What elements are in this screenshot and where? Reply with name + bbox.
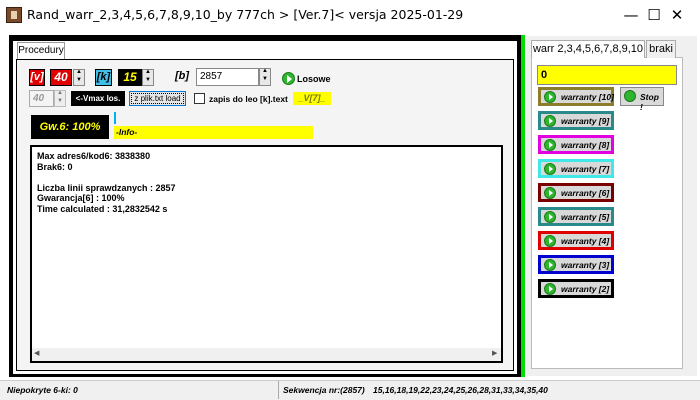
warranty-button[interactable]: warranty [5]: [538, 207, 614, 226]
warranty-button-label: warranty [3]: [561, 260, 610, 270]
sekwencja-value: 15,16,18,19,22,23,24,25,26,28,31,33,34,3…: [373, 385, 548, 395]
warranty-button-label: warranty [9]: [561, 116, 610, 126]
play-icon: [544, 115, 556, 127]
window-title: Rand_warr_2,3,4,5,6,7,8,9,10_by 777ch > …: [27, 7, 464, 22]
warranty-button[interactable]: warranty [8]: [538, 135, 614, 154]
warranty-button[interactable]: warranty [7]: [538, 159, 614, 178]
vmax-los-button[interactable]: <-Vmax los.: [71, 91, 125, 106]
horizontal-scrollbar[interactable]: [32, 348, 501, 361]
progress-indicator: [114, 112, 116, 124]
status-divider: [278, 381, 279, 399]
warranty-button-label: warranty [5]: [561, 212, 610, 222]
k-label: [k]: [95, 69, 112, 86]
warranty-button[interactable]: warranty [3]: [538, 255, 614, 274]
warranty-button-label: warranty [6]: [561, 188, 610, 198]
play-icon[interactable]: [282, 72, 295, 85]
zapis-checkbox[interactable]: [194, 93, 205, 104]
b-value-field[interactable]: 2857: [196, 68, 259, 86]
gwarancja-badge: Gw.6: 100%: [31, 115, 109, 139]
k-value-field[interactable]: 15: [118, 69, 142, 86]
output-line: Gwarancja[6] : 100%: [37, 193, 125, 203]
play-icon: [544, 259, 556, 271]
b-label: [b]: [174, 70, 190, 82]
b-spinner[interactable]: [259, 68, 271, 86]
warranty-button[interactable]: warranty [2]: [538, 279, 614, 298]
splitter[interactable]: [521, 35, 525, 377]
tab-braki[interactable]: braki: [646, 40, 676, 58]
info-field: -Info-: [114, 126, 313, 139]
output-line: Max adres6/kod6: 3838380: [37, 151, 151, 161]
output-line: Brak6: 0: [37, 161, 73, 172]
v7-label: _V[7]_: [293, 92, 331, 105]
play-icon: [544, 211, 556, 223]
tab-procedury[interactable]: Procedury: [17, 42, 65, 59]
niepokryte-status: Niepokryte 6-ki: 0: [7, 385, 78, 395]
scroll-right-icon[interactable]: ▶: [492, 349, 497, 357]
output-textarea[interactable]: Max adres6/kod6: 3838380 Brak6: 0 Liczba…: [30, 145, 503, 363]
v-label: [v]: [29, 69, 45, 86]
warranty-button-label: warranty [10]: [561, 92, 614, 102]
sekwencja-label: Sekwencja nr:(2857): [283, 385, 365, 395]
k-spinner[interactable]: [142, 69, 154, 86]
stop-button[interactable]: Stop !: [620, 87, 664, 112]
play-icon: [544, 187, 556, 199]
warranty-button-label: warranty [4]: [561, 236, 610, 246]
warranty-button-label: warranty [2]: [561, 284, 610, 294]
load-file-button[interactable]: z plik.txt load: [129, 91, 186, 106]
v-value-field[interactable]: 40: [50, 69, 72, 86]
vmax-value-field[interactable]: 40: [29, 90, 54, 107]
stop-button-label: Stop !: [640, 92, 659, 112]
warranty-button[interactable]: warranty [10]: [538, 87, 614, 106]
play-icon: [544, 235, 556, 247]
play-icon: [544, 283, 556, 295]
app-icon: [6, 7, 22, 23]
tab-warr[interactable]: warr 2,3,4,5,6,7,8,9,10: [531, 40, 645, 58]
warranty-button-label: warranty [8]: [561, 140, 610, 150]
warranty-button[interactable]: warranty [4]: [538, 231, 614, 250]
warranty-button[interactable]: warranty [9]: [538, 111, 614, 130]
zapis-label: zapis do leo [k].text: [209, 94, 288, 104]
play-icon: [544, 91, 556, 103]
play-icon: [544, 163, 556, 175]
play-icon: [544, 139, 556, 151]
losowe-button-label[interactable]: Losowe: [297, 74, 331, 84]
scroll-left-icon[interactable]: ◀: [34, 349, 39, 357]
output-line: Time calculated : 31,2832542 s: [37, 203, 168, 214]
vmax-spinner[interactable]: [54, 90, 66, 107]
warranty-button-label: warranty [7]: [561, 164, 610, 174]
output-line: Liczba linii sprawdzanych : 2857: [37, 182, 176, 193]
count-field: 0: [537, 65, 677, 85]
warranty-button[interactable]: warranty [6]: [538, 183, 614, 202]
maximize-icon[interactable]: ☐: [631, 0, 677, 30]
v-spinner[interactable]: [73, 69, 85, 86]
play-icon: [624, 90, 636, 102]
